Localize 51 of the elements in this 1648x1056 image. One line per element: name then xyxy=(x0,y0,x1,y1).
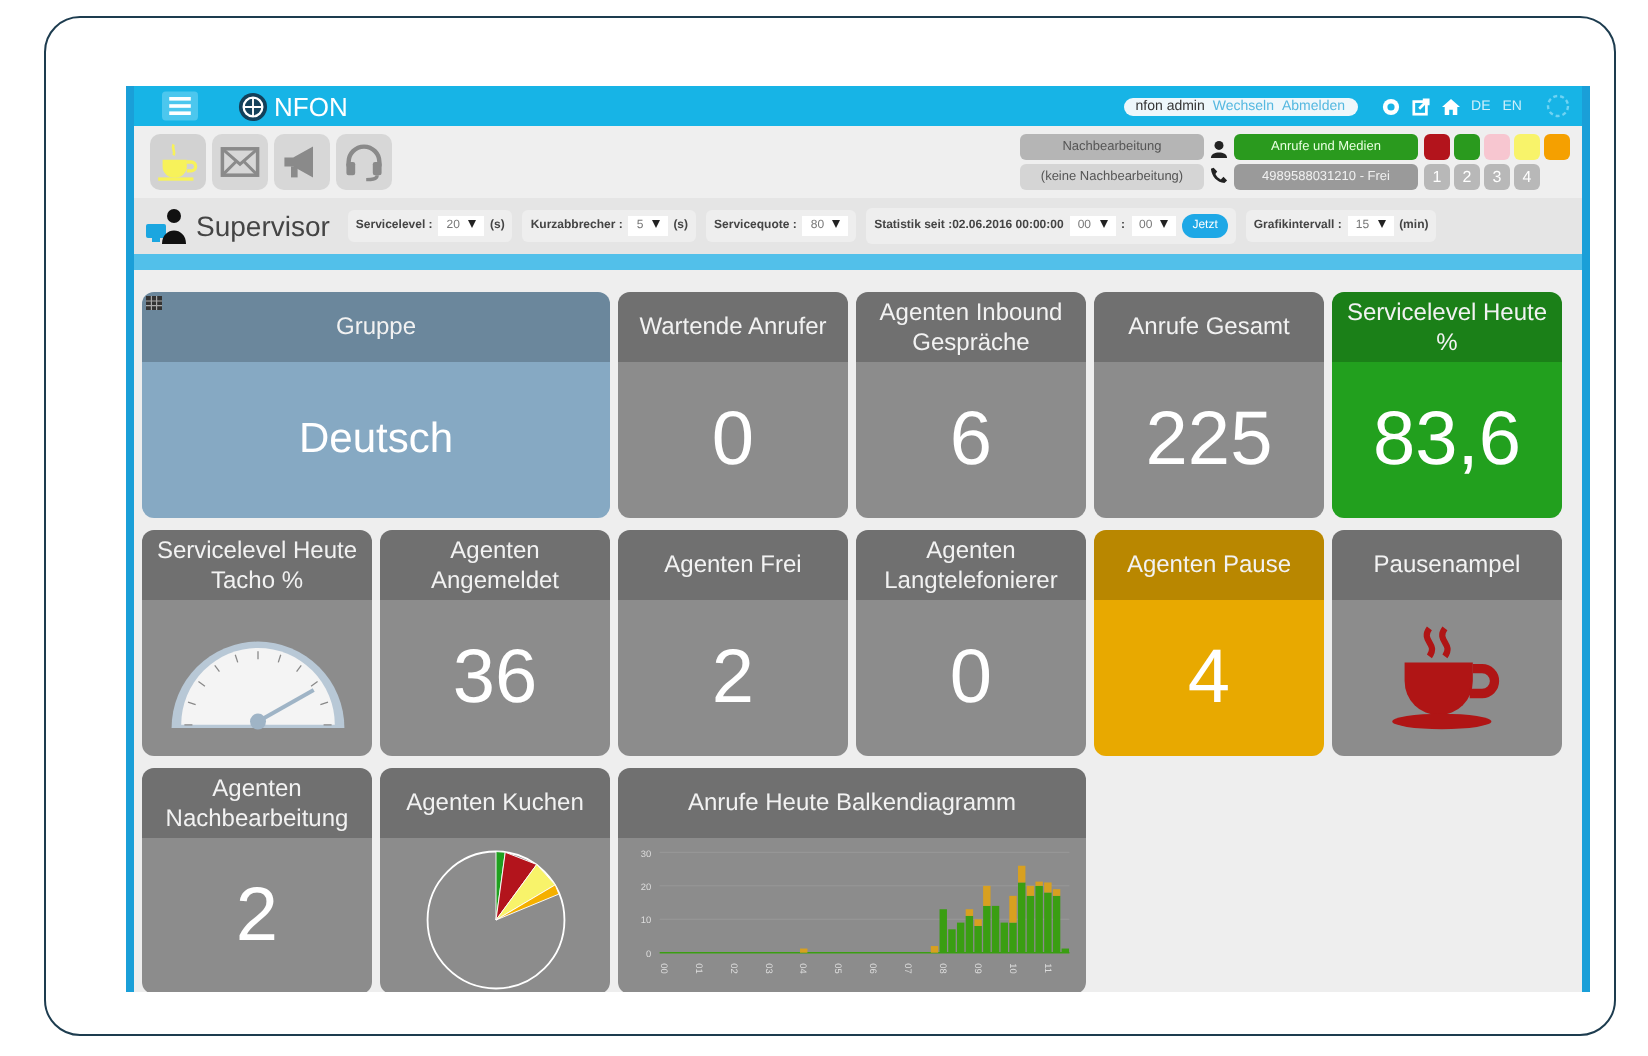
tile-value: 2 xyxy=(235,873,279,959)
tile-title: Agenten Inbound Gespräche xyxy=(877,297,1065,357)
agent-icon xyxy=(1210,138,1228,160)
status-color-button[interactable] xyxy=(1544,134,1570,160)
tile-title: Agenten Kuchen xyxy=(404,788,586,818)
status-color-button[interactable] xyxy=(1484,134,1510,160)
tile-title: Agenten Angemeldet xyxy=(428,535,562,595)
tile-value: 4 xyxy=(1187,635,1231,721)
tile-value: 0 xyxy=(711,397,755,483)
tile-title: Pausenampel xyxy=(1371,550,1523,580)
status-color-button[interactable] xyxy=(1514,134,1540,160)
tile-title: Agenten Langtelefonierer xyxy=(882,535,1060,595)
line-button[interactable]: 3 xyxy=(1484,164,1510,190)
group-name: Deutsch xyxy=(298,416,454,464)
tile-title: Servicelevel Heute Tacho % xyxy=(154,535,360,595)
logo-text: NFON xyxy=(274,91,348,121)
supervisor-title: Supervisor xyxy=(196,210,330,242)
tile-title: Agenten Frei xyxy=(662,550,804,580)
line-button[interactable]: 2 xyxy=(1454,164,1480,190)
tile-value: 0 xyxy=(949,635,993,721)
tile-value: 6 xyxy=(949,397,993,483)
tile-value: 2 xyxy=(711,635,755,721)
tile-value: 36 xyxy=(452,635,538,721)
tile-title: Agenten Pause xyxy=(1124,550,1294,580)
headset-icon xyxy=(342,140,386,184)
line-button[interactable]: 4 xyxy=(1514,164,1540,190)
line-button[interactable]: 1 xyxy=(1424,164,1450,190)
tile-title: Servicelevel Heute % xyxy=(1344,297,1550,357)
table-icon xyxy=(146,296,162,310)
home-icon[interactable] xyxy=(1441,97,1460,115)
tile-title: Gruppe xyxy=(333,312,419,342)
phone-icon xyxy=(1210,164,1228,186)
coffee-cup-icon xyxy=(156,140,200,184)
tile-title: Anrufe Gesamt xyxy=(1126,312,1292,342)
coffee-mode-button[interactable] xyxy=(150,134,206,190)
menu-icon[interactable] xyxy=(162,90,198,122)
spinner-icon xyxy=(1546,94,1570,118)
megaphone-mode-button[interactable] xyxy=(274,134,330,190)
globe-icon xyxy=(238,91,268,121)
tile-title: Wartende Anrufer xyxy=(637,312,829,342)
status-color-button[interactable] xyxy=(1454,134,1480,160)
status-color-button[interactable] xyxy=(1424,134,1450,160)
tile-title: Agenten Nachbearbeitung xyxy=(163,773,351,833)
headset-mode-button[interactable] xyxy=(336,134,392,190)
export-icon[interactable] xyxy=(1411,97,1430,115)
tile-value: 83,6 xyxy=(1373,397,1521,483)
tile-value: 225 xyxy=(1145,397,1273,483)
mail-mode-button[interactable] xyxy=(212,134,268,190)
chart-bar xyxy=(800,947,808,952)
supervisor-icon xyxy=(146,208,186,244)
tile-title: Anrufe Heute Balkendiagramm xyxy=(685,788,1019,818)
